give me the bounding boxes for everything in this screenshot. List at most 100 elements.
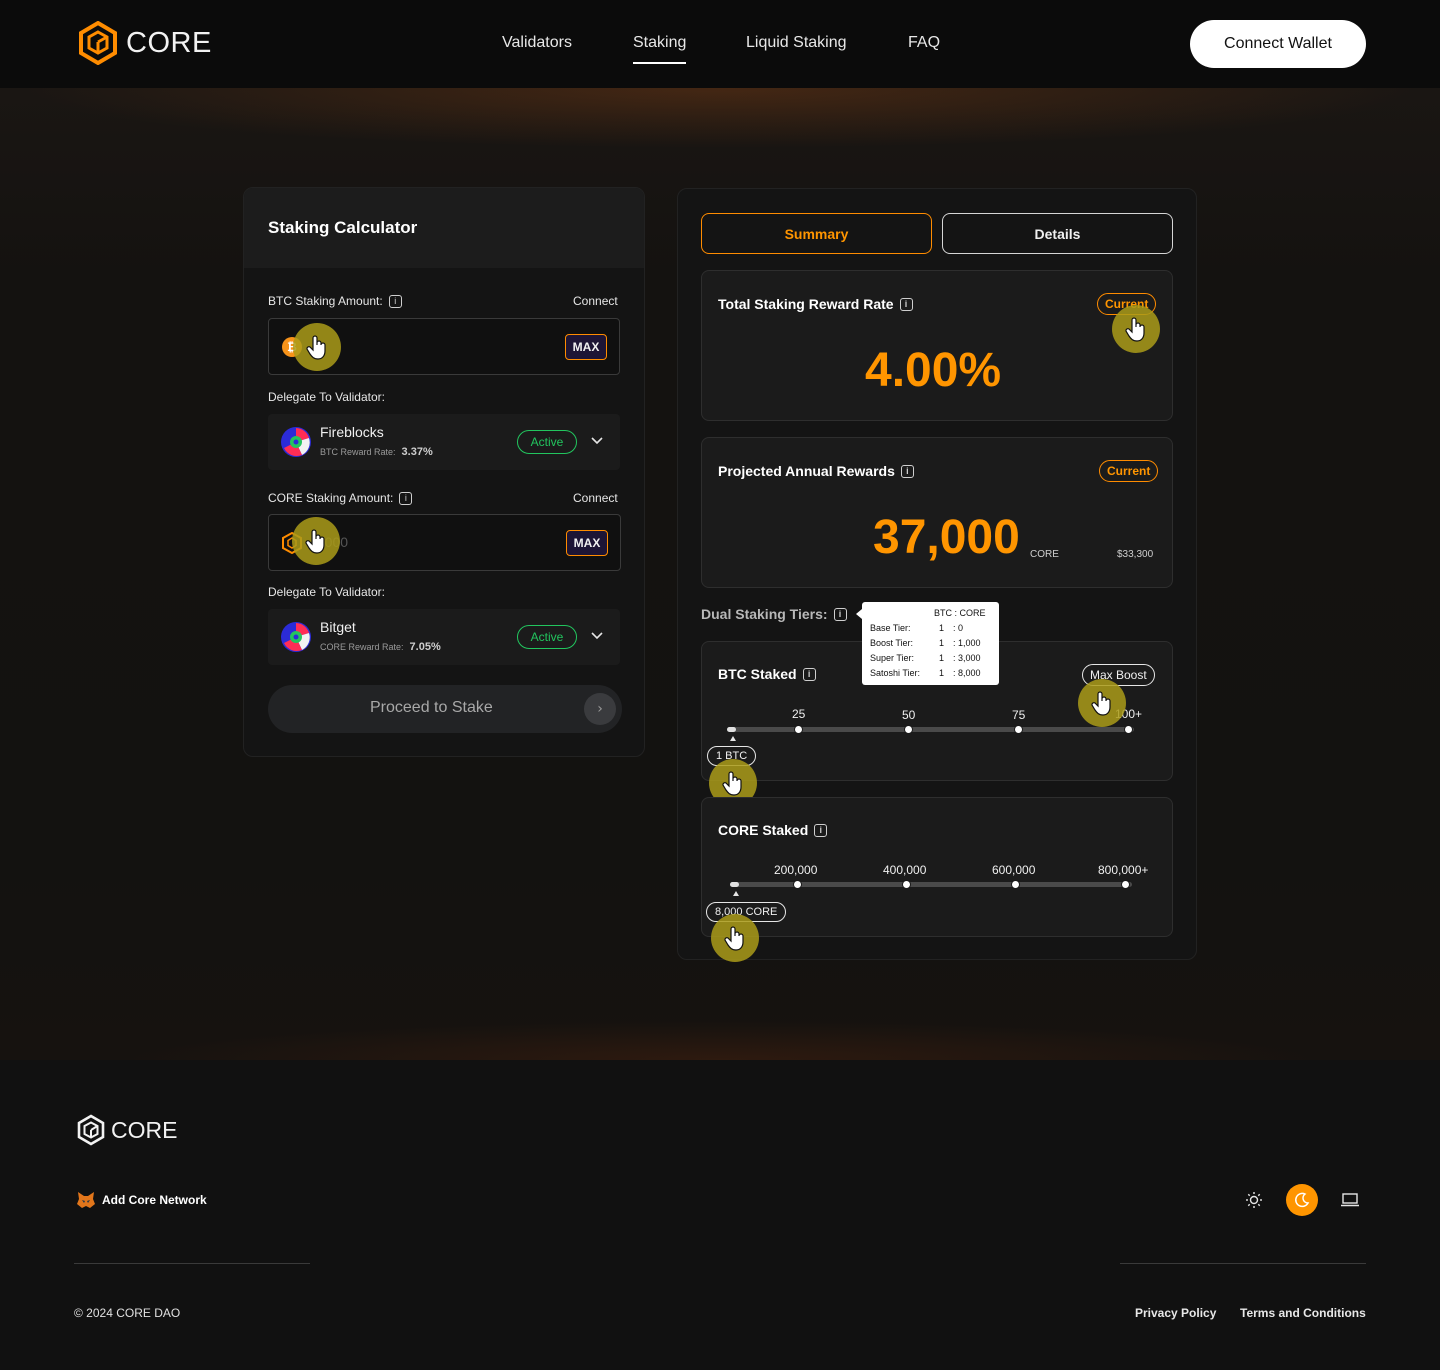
- core-validator-name: Bitget: [320, 619, 356, 635]
- btc-tick-dot[interactable]: [904, 725, 913, 734]
- core-tick-label: 600,000: [992, 863, 1036, 877]
- core-staked-title-text: CORE Staked: [718, 822, 809, 838]
- logo-wordmark: CORE: [126, 26, 212, 59]
- tooltip-row: Base Tier: 1 : 0: [870, 623, 993, 633]
- proceed-label: Proceed to Stake: [370, 699, 493, 716]
- hand-pointer-svg: [305, 529, 325, 554]
- core-tick-dot[interactable]: [1011, 880, 1020, 889]
- tab-summary[interactable]: Summary: [701, 213, 932, 254]
- chevron-down-icon[interactable]: [590, 629, 604, 643]
- tier-core: : 3,000: [953, 653, 981, 663]
- reward-rate-value: 4.00%: [865, 344, 1002, 397]
- btc-tick-label: 75: [1012, 708, 1026, 722]
- status-badge: Active: [517, 625, 577, 649]
- nav-liquid-staking[interactable]: Liquid Staking: [746, 34, 847, 52]
- tier-btc: 1: [939, 653, 945, 663]
- core-hexagon-icon: [79, 21, 117, 65]
- nav-validators[interactable]: Validators: [502, 34, 572, 52]
- bitget-avatar-icon: [281, 622, 311, 652]
- light-theme-button[interactable]: [1238, 1184, 1270, 1216]
- core-logo[interactable]: CORE: [78, 21, 212, 65]
- footer-logo[interactable]: CORE: [77, 1114, 177, 1146]
- hand-pointer-svg: [306, 335, 326, 360]
- tooltip-row: Satoshi Tier: 1 : 8,000: [870, 668, 993, 678]
- tier-btc: 1: [939, 668, 945, 678]
- btc-rate-label: BTC Reward Rate:: [320, 447, 396, 457]
- core-rate-value: 7.05%: [409, 641, 441, 653]
- slider-caret-icon: [733, 891, 739, 896]
- core-staked-title: CORE Staked i: [718, 822, 828, 838]
- fireblocks-avatar-icon: [281, 427, 311, 457]
- footer-logo-wordmark: CORE: [111, 1116, 178, 1143]
- terms-conditions-link[interactable]: Terms and Conditions: [1240, 1306, 1366, 1320]
- reward-rate-card: Total Staking Reward Rate i Current 4.00…: [701, 270, 1173, 421]
- info-icon[interactable]: i: [899, 297, 913, 311]
- copyright-text: © 2024 CORE DAO: [74, 1306, 181, 1320]
- core-validator-select[interactable]: Bitget CORE Reward Rate: 7.05% Active: [268, 609, 620, 665]
- add-network-label: Add Core Network: [102, 1193, 207, 1207]
- btc-tick-dot[interactable]: [1014, 725, 1023, 734]
- core-amount-label-text: CORE Staking Amount:: [268, 491, 394, 505]
- tab-details[interactable]: Details: [942, 213, 1173, 254]
- info-icon[interactable]: i: [388, 294, 402, 308]
- connect-wallet-button[interactable]: Connect Wallet: [1190, 20, 1366, 68]
- core-tick-dot[interactable]: [1121, 880, 1130, 889]
- info-icon[interactable]: i: [900, 464, 914, 478]
- core-amount-label: CORE Staking Amount: i: [268, 491, 413, 505]
- tiers-tooltip: BTC : CORE Base Tier: 1 : 0 Boost Tier: …: [856, 602, 999, 685]
- dual-staking-tiers-label: Dual Staking Tiers: i: [701, 606, 847, 622]
- nav-staking[interactable]: Staking: [633, 34, 687, 64]
- info-icon[interactable]: i: [802, 667, 816, 681]
- privacy-policy-link[interactable]: Privacy Policy: [1135, 1306, 1216, 1320]
- hand-pointer-svg: [1091, 691, 1111, 716]
- reward-rate-title: Total Staking Reward Rate i: [718, 296, 913, 312]
- core-slider-fill: [730, 882, 739, 887]
- btc-max-button[interactable]: MAX: [565, 334, 607, 360]
- btc-tick-dot[interactable]: [794, 725, 803, 734]
- pointer-hand-icon: [293, 323, 341, 371]
- system-theme-button[interactable]: [1334, 1184, 1366, 1216]
- footer-divider-left: [74, 1263, 310, 1264]
- nav-faq[interactable]: FAQ: [908, 34, 940, 52]
- core-max-button[interactable]: MAX: [566, 530, 608, 556]
- annual-rewards-title: Projected Annual Rewards i: [718, 463, 914, 479]
- core-rate-label: CORE Reward Rate:: [320, 642, 404, 652]
- btc-validator-name: Fireblocks: [320, 424, 384, 440]
- hand-pointer-svg: [1125, 317, 1145, 342]
- tooltip-row: Boost Tier: 1 : 1,000: [870, 638, 993, 648]
- tier-core: : 1,000: [953, 638, 981, 648]
- btc-amount-label-text: BTC Staking Amount:: [268, 294, 383, 308]
- dark-theme-button[interactable]: [1286, 1184, 1318, 1216]
- add-core-network-link[interactable]: Add Core Network: [76, 1190, 207, 1210]
- core-validator-rate: CORE Reward Rate: 7.05%: [320, 641, 441, 653]
- core-connect-link[interactable]: Connect: [573, 491, 618, 505]
- btc-connect-link[interactable]: Connect: [573, 294, 618, 308]
- info-icon[interactable]: i: [833, 607, 847, 621]
- slider-caret-icon: [730, 736, 736, 741]
- btc-slider-track[interactable]: [727, 727, 1134, 732]
- chevron-down-icon[interactable]: [590, 434, 604, 448]
- hand-pointer-svg: [724, 926, 744, 951]
- moon-icon: [1295, 1192, 1310, 1208]
- btc-tick-dot[interactable]: [1124, 725, 1133, 734]
- tooltip-row: Super Tier: 1 : 3,000: [870, 653, 993, 663]
- info-icon[interactable]: i: [814, 823, 828, 837]
- annual-rewards-value: 37,000: [873, 511, 1020, 564]
- reward-rate-title-text: Total Staking Reward Rate: [718, 296, 894, 312]
- core-tick-dot[interactable]: [902, 880, 911, 889]
- core-tick-dot[interactable]: [793, 880, 802, 889]
- btc-validator-select[interactable]: Fireblocks BTC Reward Rate: 3.37% Active: [268, 414, 620, 470]
- core-hexagon-icon: [77, 1114, 105, 1146]
- proceed-to-stake-button[interactable]: Proceed to Stake ›: [268, 685, 622, 733]
- footer-divider-right: [1120, 1263, 1366, 1264]
- tier-core: : 8,000: [953, 668, 981, 678]
- calculator-header: Staking Calculator: [244, 188, 644, 268]
- btc-staked-title: BTC Staked i: [718, 666, 816, 682]
- pointer-hand-icon: [711, 914, 759, 962]
- current-badge[interactable]: Current: [1099, 460, 1159, 482]
- tier-btc: 1: [939, 638, 945, 648]
- chevron-right-icon: ›: [584, 693, 616, 725]
- annual-rewards-unit: CORE: [1030, 549, 1059, 560]
- info-icon[interactable]: i: [399, 491, 413, 505]
- core-slider-track[interactable]: [730, 882, 1132, 887]
